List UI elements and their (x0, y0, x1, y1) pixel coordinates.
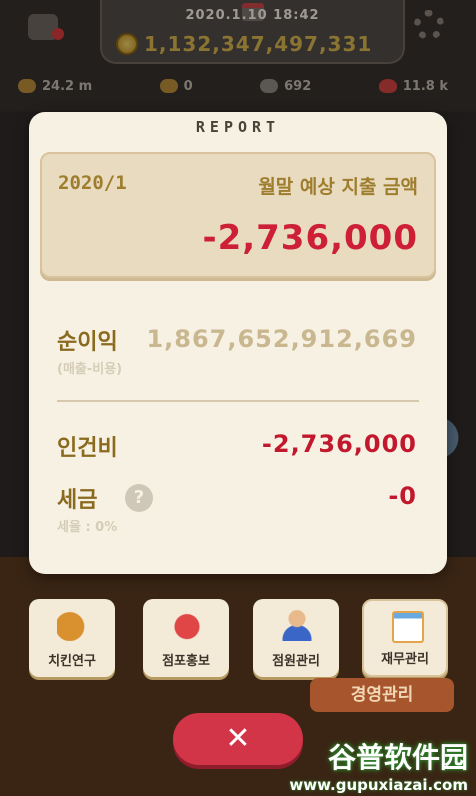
watermark-url: www.gupuxiazai.com (289, 776, 468, 794)
forecast-value: -2,736,000 (202, 218, 418, 258)
watermark-main: 谷普软件园 (327, 741, 468, 774)
net-profit-label: 순이익 (57, 330, 118, 355)
promo-icon (171, 609, 203, 641)
report-title: REPORT (195, 118, 281, 136)
finance-icon (392, 611, 424, 643)
menu-staff-management[interactable]: 점원관리 (253, 599, 339, 677)
chicken-icon (57, 609, 89, 641)
menu-label: 점원관리 (272, 654, 320, 669)
report-panel: REPORT 2020/1 월말 예상 지출 금액 -2,736,000 순이익… (29, 112, 447, 574)
labor-cost-label: 인건비 (57, 436, 118, 461)
close-button[interactable]: ✕ (173, 713, 303, 765)
staff-icon (281, 609, 313, 641)
help-icon[interactable]: ? (125, 484, 153, 512)
menu-label: 치킨연구 (48, 654, 96, 669)
net-profit-value: 1,867,652,912,669 (146, 325, 417, 353)
net-profit-sub: (매출-비용) (57, 362, 123, 377)
watermark: 谷普软件园 www.gupuxiazai.com (289, 736, 468, 794)
forecast-date: 2020/1 (58, 172, 127, 194)
tax-rate: 세율 : 0% (57, 520, 118, 535)
menu-finance-management[interactable]: 재무관리 (362, 599, 448, 677)
forecast-label: 월말 예상 지출 금액 (258, 176, 418, 198)
menu-label: 점포홍보 (162, 654, 210, 669)
menu-label: 재무관리 (381, 652, 429, 667)
menu-chicken-research[interactable]: 치킨연구 (29, 599, 115, 677)
menu-store-promo[interactable]: 점포홍보 (143, 599, 229, 677)
labor-cost-value: -2,736,000 (261, 430, 417, 458)
divider (57, 400, 419, 402)
forecast-box: 2020/1 월말 예상 지출 금액 -2,736,000 (40, 152, 436, 278)
tax-label: 세금 (57, 488, 98, 513)
tax-value: -0 (388, 482, 417, 510)
management-label: 경영관리 (310, 678, 454, 712)
